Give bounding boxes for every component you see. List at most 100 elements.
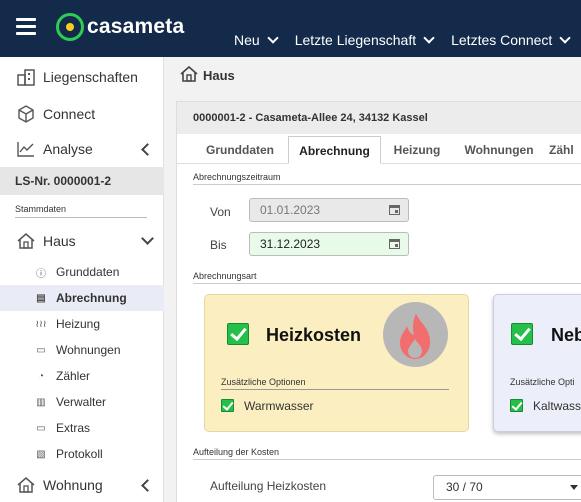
von-date-value: 01.01.2023 [260, 203, 321, 217]
heizkosten-checkbox[interactable] [227, 323, 249, 345]
heizkosten-options-label: Zusätzliche Optionen [221, 377, 306, 387]
nav-neu[interactable]: Neu [234, 32, 279, 48]
sidebar-item-analyse[interactable]: Analyse [0, 131, 164, 167]
divider [193, 459, 581, 460]
ls-number: LS-Nr. 0000001-2 [0, 167, 164, 195]
sidebar-item-connect[interactable]: Connect [0, 96, 164, 132]
tab-bar: Grunddaten Abrechnung Heizung Wohnungen … [177, 136, 581, 164]
caret-down-icon [570, 485, 578, 490]
nebenkosten-checkbox[interactable] [511, 323, 533, 345]
warmwasser-checkbox[interactable] [221, 399, 234, 412]
top-nav-menu: Neu Letzte Liegenschaft Letztes Connect [234, 32, 581, 48]
section-label-zeitraum: Abrechnungszeitraum [193, 172, 281, 182]
hamburger-menu-icon[interactable] [16, 18, 36, 36]
nav-letzte-liegenschaft[interactable]: Letzte Liegenschaft [294, 32, 435, 48]
sidebar-subitem-protokoll[interactable]: ▧ Protokoll [0, 441, 164, 467]
subitem-label: Abrechnung [56, 291, 127, 305]
bis-label: Bis [210, 238, 227, 252]
buildings-icon [15, 67, 37, 87]
calendar-icon [389, 205, 400, 215]
chevron-left-icon[interactable] [141, 142, 154, 156]
calendar-icon[interactable] [389, 239, 400, 249]
box-icon [15, 104, 37, 124]
flame-icon [383, 302, 448, 367]
nav-letztes-connect-label: Letztes Connect [451, 32, 553, 48]
tab-zaehler[interactable]: Zähl [549, 136, 581, 164]
page-title: Haus [203, 68, 235, 83]
sidebar-label-haus: Haus [43, 233, 76, 249]
von-date-field: 01.01.2023 [249, 198, 409, 222]
sidebar-subitem-heizung[interactable]: ≀≀≀ Heizung [0, 311, 164, 337]
house-icon [180, 65, 198, 85]
stammdaten-heading: Stammdaten [15, 204, 67, 214]
tab-abrechnung[interactable]: Abrechnung [288, 136, 381, 164]
property-title: 0000001-2 - Casameta-Allee 24, 34132 Kas… [177, 102, 581, 134]
document-icon: ▤ [36, 292, 46, 304]
subitem-label: Verwalter [56, 395, 107, 409]
kaltwasser-label: Kaltwasse [533, 399, 581, 413]
bis-date-value: 31.12.2023 [260, 237, 321, 251]
laptop-icon: ▭ [36, 422, 46, 434]
main-card: 0000001-2 - Casameta-Allee 24, 34132 Kas… [176, 101, 581, 502]
nav-letzte-liegenschaft-label: Letzte Liegenschaft [294, 32, 417, 48]
warmwasser-label: Warmwasser [244, 399, 314, 413]
nav-letztes-connect[interactable]: Letztes Connect [451, 32, 571, 48]
info-icon: ⓘ [36, 268, 46, 280]
tab-heizung[interactable]: Heizung [382, 136, 452, 164]
divider [15, 217, 147, 218]
bis-date-field[interactable]: 31.12.2023 [249, 232, 409, 256]
breadcrumb: Haus [180, 65, 235, 85]
heizkosten-option-card[interactable]: Heizkosten Zusätzliche Optionen Warmwass… [204, 294, 469, 432]
subitem-label: Extras [56, 421, 91, 435]
divider [193, 283, 581, 284]
nebenkosten-title: Neb [551, 325, 581, 345]
brand-name: casameta [87, 15, 185, 38]
aufteilung-heizkosten-select[interactable]: 30 / 70 [433, 475, 581, 500]
sidebar-item-wohnung[interactable]: Wohnung [0, 467, 164, 502]
house-icon [15, 231, 37, 251]
von-label: Von [210, 205, 231, 219]
divider [193, 184, 581, 185]
section-label-aufteilung: Aufteilung der Kosten [193, 447, 280, 457]
sidebar-subitem-abrechnung[interactable]: ▤ Abrechnung [0, 285, 164, 311]
logo-mark-icon [56, 13, 84, 41]
nav-neu-label: Neu [234, 32, 260, 48]
chevron-down-icon [559, 32, 571, 44]
chevron-down-icon [267, 32, 279, 44]
subitem-label: Grunddaten [56, 265, 120, 279]
chevron-down-icon [423, 32, 435, 44]
sidebar-label-liegenschaften: Liegenschaften [43, 69, 138, 85]
chart-line-icon [15, 139, 37, 159]
aufteilung-heizkosten-label: Aufteilung Heizkosten [210, 479, 327, 493]
sidebar: Liegenschaften Connect Analyse LS-Nr. 00… [0, 57, 164, 502]
heat-waves-icon: ≀≀≀ [35, 318, 47, 330]
subitem-label: Zähler [56, 369, 91, 383]
subitem-label: Heizung [56, 317, 101, 331]
sidebar-subitem-extras[interactable]: ▭ Extras [0, 415, 164, 441]
nebenkosten-options-label: Zusätzliche Opti [510, 377, 575, 387]
divider [221, 389, 449, 390]
brand-logo[interactable]: casameta [56, 13, 184, 41]
subitem-label: Protokoll [56, 447, 103, 461]
tab-wohnungen[interactable]: Wohnungen [453, 136, 545, 164]
sidebar-item-liegenschaften[interactable]: Liegenschaften [0, 59, 164, 95]
sidebar-subitem-wohnungen[interactable]: ▭ Wohnungen [0, 337, 164, 363]
chevron-down-icon[interactable] [141, 232, 154, 245]
apartment-icon: ▭ [36, 344, 46, 356]
sidebar-subitem-verwalter[interactable]: ▥ Verwalter [0, 389, 164, 415]
sidebar-item-haus[interactable]: Haus [0, 223, 164, 259]
sidebar-label-analyse: Analyse [43, 141, 93, 157]
nebenkosten-option-card[interactable]: Neb Zusätzliche Opti Kaltwasse [493, 294, 581, 432]
meter-icon: ◔ [37, 370, 45, 382]
chevron-left-icon[interactable] [141, 478, 154, 492]
sidebar-label-connect: Connect [43, 106, 96, 122]
top-navigation-bar: casameta Neu Letzte Liegenschaft Letztes… [0, 0, 581, 57]
house-icon [15, 475, 37, 495]
tab-grunddaten[interactable]: Grunddaten [193, 136, 287, 164]
sidebar-label-wohnung: Wohnung [43, 477, 103, 493]
sidebar-subitem-zaehler[interactable]: ◔ Zähler [0, 363, 164, 389]
kaltwasser-checkbox[interactable] [510, 399, 523, 412]
section-label-abrechnungsart: Abrechnungsart [193, 271, 257, 281]
subitem-label: Wohnungen [56, 343, 121, 357]
sidebar-subitem-grunddaten[interactable]: ⓘ Grunddaten [0, 259, 164, 285]
